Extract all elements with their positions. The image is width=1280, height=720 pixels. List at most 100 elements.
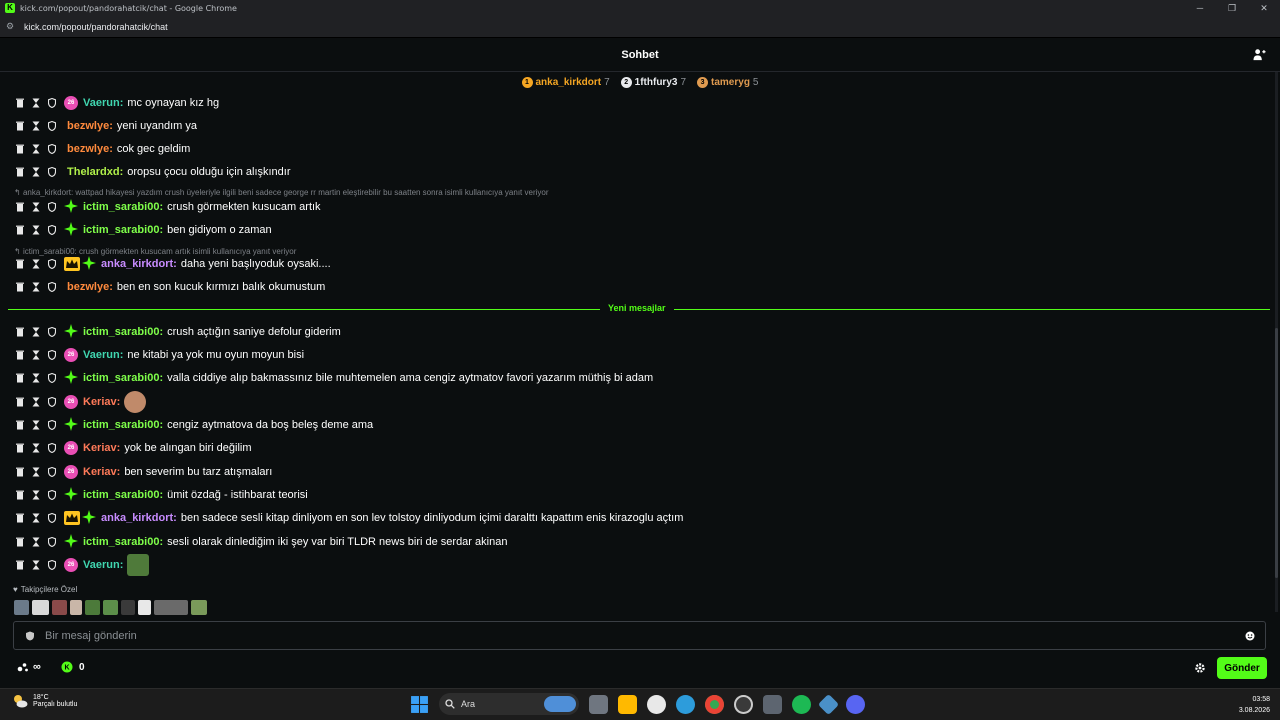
timeout-hourglass-icon[interactable] — [32, 560, 40, 570]
chat-message[interactable]: anka_kirkdort: ben sadece sesli kitap din… — [0, 507, 683, 529]
delete-message-icon[interactable] — [16, 282, 24, 292]
delete-message-icon[interactable] — [16, 537, 24, 547]
chatgpt-icon[interactable] — [647, 694, 666, 714]
chat-message[interactable]: 26 Vaerun: — [0, 554, 150, 576]
emote-6[interactable] — [103, 600, 118, 615]
taskbar-search[interactable]: Ara — [439, 693, 579, 715]
chat-message[interactable]: ictim_sarabi00: ben gidiyom o zaman — [0, 219, 272, 241]
discord-icon[interactable] — [846, 694, 865, 714]
emote-2[interactable] — [32, 600, 49, 615]
timeout-hourglass-icon[interactable] — [32, 443, 40, 453]
emote-1[interactable] — [14, 600, 29, 615]
message-username[interactable]: bezwlye — [67, 143, 109, 155]
timeout-hourglass-icon[interactable] — [32, 259, 40, 269]
users-icon[interactable] — [1253, 48, 1266, 61]
message-username[interactable]: Keriav — [83, 442, 117, 454]
chat-message[interactable]: 26 Keriav: yok be alıngan biri değilim — [0, 437, 252, 459]
leaderboard-entry[interactable]: 1 anka_kirkdort 7 — [521, 76, 610, 88]
chat-message[interactable]: anka_kirkdort: daha yeni başlıyoduk oysak… — [0, 253, 331, 275]
delete-message-icon[interactable] — [16, 98, 24, 108]
message-username[interactable]: anka_kirkdort — [101, 512, 173, 524]
ban-shield-icon[interactable] — [47, 143, 57, 155]
delete-message-icon[interactable] — [16, 225, 24, 235]
leaderboard-username[interactable]: tameryg — [711, 77, 750, 88]
emoji-icon[interactable] — [1245, 631, 1255, 641]
viewer-points[interactable]: ∞ — [17, 661, 41, 673]
pepe-emote[interactable] — [127, 554, 150, 576]
chat-message[interactable]: ictim_sarabi00: crush görmekten kusucam a… — [0, 196, 321, 218]
task-view-icon[interactable] — [589, 694, 608, 714]
delete-message-icon[interactable] — [16, 144, 24, 154]
delete-message-icon[interactable] — [16, 121, 24, 131]
ban-shield-icon[interactable] — [47, 258, 57, 270]
message-username[interactable]: ictim_sarabi00 — [83, 326, 159, 338]
message-username[interactable]: bezwlye — [67, 281, 109, 293]
delete-message-icon[interactable] — [16, 467, 24, 477]
site-settings-icon[interactable]: ⚙ — [6, 21, 15, 32]
ban-shield-icon[interactable] — [47, 326, 57, 338]
emote-9[interactable] — [154, 600, 188, 615]
ban-shield-icon[interactable] — [47, 512, 57, 524]
message-username[interactable]: anka_kirkdort — [101, 258, 173, 270]
ban-shield-icon[interactable] — [47, 97, 57, 109]
windows-start-icon[interactable] — [410, 695, 429, 714]
timeout-hourglass-icon[interactable] — [32, 225, 40, 235]
chat-message[interactable]: ictim_sarabi00: cengiz aytmatova da boş b… — [0, 414, 373, 436]
emote-3[interactable] — [52, 600, 67, 615]
timeout-hourglass-icon[interactable] — [32, 98, 40, 108]
close-icon[interactable]: ✕ — [1248, 0, 1280, 16]
scrollbar-thumb[interactable] — [1275, 328, 1278, 578]
timeout-hourglass-icon[interactable] — [32, 467, 40, 477]
message-username[interactable]: Thelardxd — [67, 166, 120, 178]
timeout-hourglass-icon[interactable] — [32, 202, 40, 212]
emote-8[interactable] — [138, 600, 151, 615]
message-input[interactable] — [45, 629, 1225, 642]
timeout-hourglass-icon[interactable] — [32, 537, 40, 547]
ban-shield-icon[interactable] — [47, 396, 57, 408]
url-text[interactable]: kick.com/popout/pandorahatcik/chat — [24, 22, 168, 32]
chat-message[interactable]: 26 Keriav: ben severim bu tarz atışmaları — [0, 461, 272, 483]
delete-message-icon[interactable] — [16, 397, 24, 407]
delete-message-icon[interactable] — [16, 490, 24, 500]
chat-message[interactable]: ictim_sarabi00: sesli olarak dinlediğim i… — [0, 531, 507, 553]
ban-shield-icon[interactable] — [47, 442, 57, 454]
message-username[interactable]: Vaerun — [83, 559, 120, 571]
message-username[interactable]: ictim_sarabi00 — [83, 201, 159, 213]
message-username[interactable]: bezwlye — [67, 120, 109, 132]
chat-message[interactable]: bezwlye: ben en son kucuk kırmızı balık o… — [0, 276, 325, 298]
delete-message-icon[interactable] — [16, 420, 24, 430]
chat-message[interactable]: 26 Vaerun: ne kitabi ya yok mu oyun moyun … — [0, 344, 304, 366]
leaderboard-username[interactable]: anka_kirkdort — [536, 77, 602, 88]
timeout-hourglass-icon[interactable] — [32, 350, 40, 360]
ban-shield-icon[interactable] — [47, 120, 57, 132]
emote-10[interactable] — [191, 600, 207, 615]
timeout-hourglass-icon[interactable] — [32, 167, 40, 177]
address-bar[interactable]: ⚙ kick.com/popout/pandorahatcik/chat — [0, 16, 1280, 38]
timeout-hourglass-icon[interactable] — [32, 490, 40, 500]
ban-shield-icon[interactable] — [47, 224, 57, 236]
timeout-hourglass-icon[interactable] — [32, 373, 40, 383]
ban-shield-icon[interactable] — [47, 466, 57, 478]
leaderboard-username[interactable]: 1fthfury3 — [635, 77, 678, 88]
timeout-hourglass-icon[interactable] — [32, 397, 40, 407]
system-clock[interactable]: 03:58 3.08.2026 — [1239, 694, 1270, 716]
delete-message-icon[interactable] — [16, 350, 24, 360]
timeout-hourglass-icon[interactable] — [32, 513, 40, 523]
emote-7[interactable] — [121, 600, 135, 615]
chat-message[interactable]: bezwlye: yeni uyandım ya — [0, 115, 197, 137]
leaderboard-entry[interactable]: 2 1fthfury3 7 — [620, 76, 686, 88]
delete-message-icon[interactable] — [16, 373, 24, 383]
message-username[interactable]: ictim_sarabi00 — [83, 372, 159, 384]
leaderboard-entry[interactable]: 3 tameryg 5 — [697, 76, 758, 88]
ban-shield-icon[interactable] — [47, 166, 57, 178]
message-username[interactable]: ictim_sarabi00 — [83, 419, 159, 431]
emote-5[interactable] — [85, 600, 100, 615]
chat-message[interactable]: 26 Keriav: — [0, 391, 147, 413]
face-emote[interactable] — [124, 391, 147, 413]
delete-message-icon[interactable] — [16, 560, 24, 570]
delete-message-icon[interactable] — [16, 443, 24, 453]
timeout-hourglass-icon[interactable] — [32, 282, 40, 292]
weather-widget[interactable]: 18°C Parçalı bulutlu — [12, 694, 77, 708]
emote-4[interactable] — [70, 600, 82, 615]
delete-message-icon[interactable] — [16, 202, 24, 212]
